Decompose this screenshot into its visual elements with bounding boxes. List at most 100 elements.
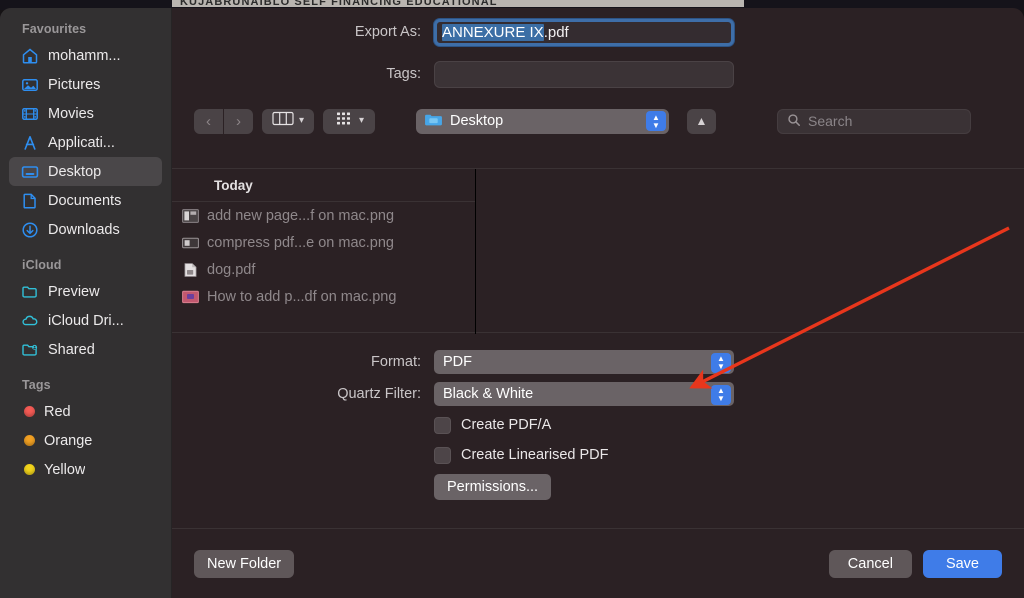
sidebar-item-pictures[interactable]: Pictures	[9, 70, 162, 99]
tags-row: Tags:	[172, 59, 1024, 89]
permissions-row: Permissions...	[172, 474, 1024, 500]
folder-icon	[21, 283, 39, 301]
downloads-icon	[21, 221, 39, 239]
folder-icon	[424, 112, 443, 131]
search-input[interactable]: Search	[777, 108, 971, 134]
sidebar-item-label: Movies	[48, 105, 94, 122]
file-name: compress pdf...e on mac.png	[207, 234, 394, 251]
list-item[interactable]: dog.pdf	[172, 256, 475, 283]
desktop-icon	[21, 163, 39, 181]
export-as-extension-text: .pdf	[543, 23, 569, 41]
create-pdfa-checkbox[interactable]	[434, 416, 451, 434]
create-pdfa-label: Create PDF/A	[461, 417, 552, 433]
sidebar-item-movies[interactable]: Movies	[9, 99, 162, 128]
sidebar-item-label: Red	[44, 403, 71, 420]
column-view-button[interactable]: ▾	[262, 108, 314, 134]
sidebar-item-label: Pictures	[48, 76, 101, 93]
enclosing-folder-button[interactable]: ▲	[687, 108, 716, 134]
chevron-down-icon: ▾	[298, 115, 305, 126]
forward-button[interactable]: ›	[224, 108, 253, 134]
home-icon	[21, 47, 39, 65]
sidebar-item-tag-red[interactable]: Red	[9, 397, 162, 426]
sidebar-item-documents[interactable]: Documents	[9, 186, 162, 215]
export-as-row: Export As: ANNEXURE IX .pdf	[172, 17, 1024, 47]
location-popup-button[interactable]: Desktop ▲ ▼	[416, 108, 669, 134]
applications-icon	[21, 134, 39, 152]
pictures-icon	[21, 76, 39, 94]
file-name: dog.pdf	[207, 261, 256, 278]
sidebar-item-downloads[interactable]: Downloads	[9, 215, 162, 244]
stepper-updown-icon: ▲ ▼	[711, 352, 731, 373]
sidebar-item-applications[interactable]: Applicati...	[9, 128, 162, 157]
screenshot-root: KUJABRUNAIBLO SELF FINANCING EDUCATIONAL…	[0, 0, 1024, 598]
file-name: add new page...f on mac.png	[207, 207, 395, 224]
list-item[interactable]: How to add p...df on mac.png	[172, 283, 475, 310]
file-browser-column: Today add new page...f on mac.png compre…	[172, 169, 476, 334]
sidebar-item-shared[interactable]: Shared	[9, 335, 162, 364]
search-icon	[787, 113, 801, 130]
sidebar-item-label: mohamm...	[48, 47, 121, 64]
sidebar-item-label: Applicati...	[48, 134, 115, 151]
shared-folder-icon	[21, 341, 39, 359]
icon-view-icon	[334, 111, 354, 131]
sidebar-item-desktop[interactable]: Desktop	[9, 157, 162, 186]
tag-dot-icon	[24, 464, 35, 475]
export-as-selected-text: ANNEXURE IX	[442, 23, 544, 41]
chevron-left-icon: ‹	[206, 112, 211, 130]
png-thumb-pink-icon	[182, 290, 199, 304]
save-export-dialog: Favourites mohamm... Pictures Movies App…	[0, 8, 1024, 598]
cancel-button[interactable]: Cancel	[828, 549, 912, 578]
sidebar-item-label: Documents	[48, 192, 122, 209]
file-browser: Today add new page...f on mac.png compre…	[172, 168, 1024, 334]
quartz-filter-label: Quartz Filter:	[337, 386, 421, 402]
new-folder-button[interactable]: New Folder	[194, 549, 295, 578]
column-view-icon	[272, 111, 294, 131]
format-value: PDF	[443, 354, 472, 370]
list-item[interactable]: add new page...f on mac.png	[172, 202, 475, 229]
format-label: Format:	[371, 354, 421, 370]
create-linearised-label: Create Linearised PDF	[461, 447, 609, 463]
sidebar-item-tag-orange[interactable]: Orange	[9, 426, 162, 455]
dialog-main-pane: Export As: ANNEXURE IX .pdf Tags: ‹ › ▾ …	[172, 8, 1024, 598]
stepper-updown-icon: ▲ ▼	[711, 384, 731, 405]
sidebar-item-icloud-drive[interactable]: iCloud Dri...	[9, 306, 162, 335]
export-as-label: Export As:	[354, 24, 421, 40]
export-as-input[interactable]: ANNEXURE IX .pdf	[434, 18, 734, 46]
chevron-up-icon: ▲	[695, 114, 708, 128]
chevron-down-icon: ▾	[358, 115, 365, 126]
png-thumb-icon	[182, 208, 199, 223]
sidebar-item-label: iCloud Dri...	[48, 312, 124, 329]
icon-view-button[interactable]: ▾	[323, 108, 375, 134]
permissions-button[interactable]: Permissions...	[434, 474, 552, 500]
list-item[interactable]: compress pdf...e on mac.png	[172, 229, 475, 256]
sidebar-item-preview[interactable]: Preview	[9, 277, 162, 306]
sidebar-item-label: Desktop	[48, 163, 102, 180]
sidebar: Favourites mohamm... Pictures Movies App…	[0, 8, 172, 598]
create-linearised-row[interactable]: Create Linearised PDF	[172, 440, 1024, 470]
sidebar-group-icloud-title: iCloud	[22, 258, 62, 272]
back-button[interactable]: ‹	[194, 108, 223, 134]
sidebar-item-tag-yellow[interactable]: Yellow	[9, 455, 162, 484]
tag-dot-icon	[24, 435, 35, 446]
background-document-text: KUJABRUNAIBLO SELF FINANCING EDUCATIONAL	[180, 0, 498, 7]
quartz-filter-popup-button[interactable]: Black & White ▲ ▼	[434, 382, 734, 406]
background-document-page: KUJABRUNAIBLO SELF FINANCING EDUCATIONAL	[172, 0, 744, 7]
create-pdfa-row[interactable]: Create PDF/A	[172, 410, 1024, 440]
sidebar-item-label: Yellow	[44, 461, 86, 478]
sidebar-item-home[interactable]: mohamm...	[9, 41, 162, 70]
format-popup-button[interactable]: PDF ▲ ▼	[434, 350, 734, 374]
png-thumb-icon	[182, 236, 199, 250]
tags-label: Tags:	[386, 66, 421, 82]
navigation-toolbar: ‹ › ▾ ▾ Desktop ▲ ▼ ▲ Search	[172, 104, 1024, 138]
create-linearised-checkbox[interactable]	[434, 446, 451, 464]
search-placeholder: Search	[808, 113, 853, 129]
quartz-filter-row: Quartz Filter: Black & White ▲ ▼	[172, 378, 1024, 410]
save-button[interactable]: Save	[922, 549, 1002, 578]
sidebar-item-label: Downloads	[48, 221, 120, 238]
tags-input[interactable]	[434, 60, 734, 88]
format-row: Format: PDF ▲ ▼	[172, 346, 1024, 378]
column-header: Today	[172, 169, 475, 202]
pdf-doc-icon	[182, 262, 199, 277]
